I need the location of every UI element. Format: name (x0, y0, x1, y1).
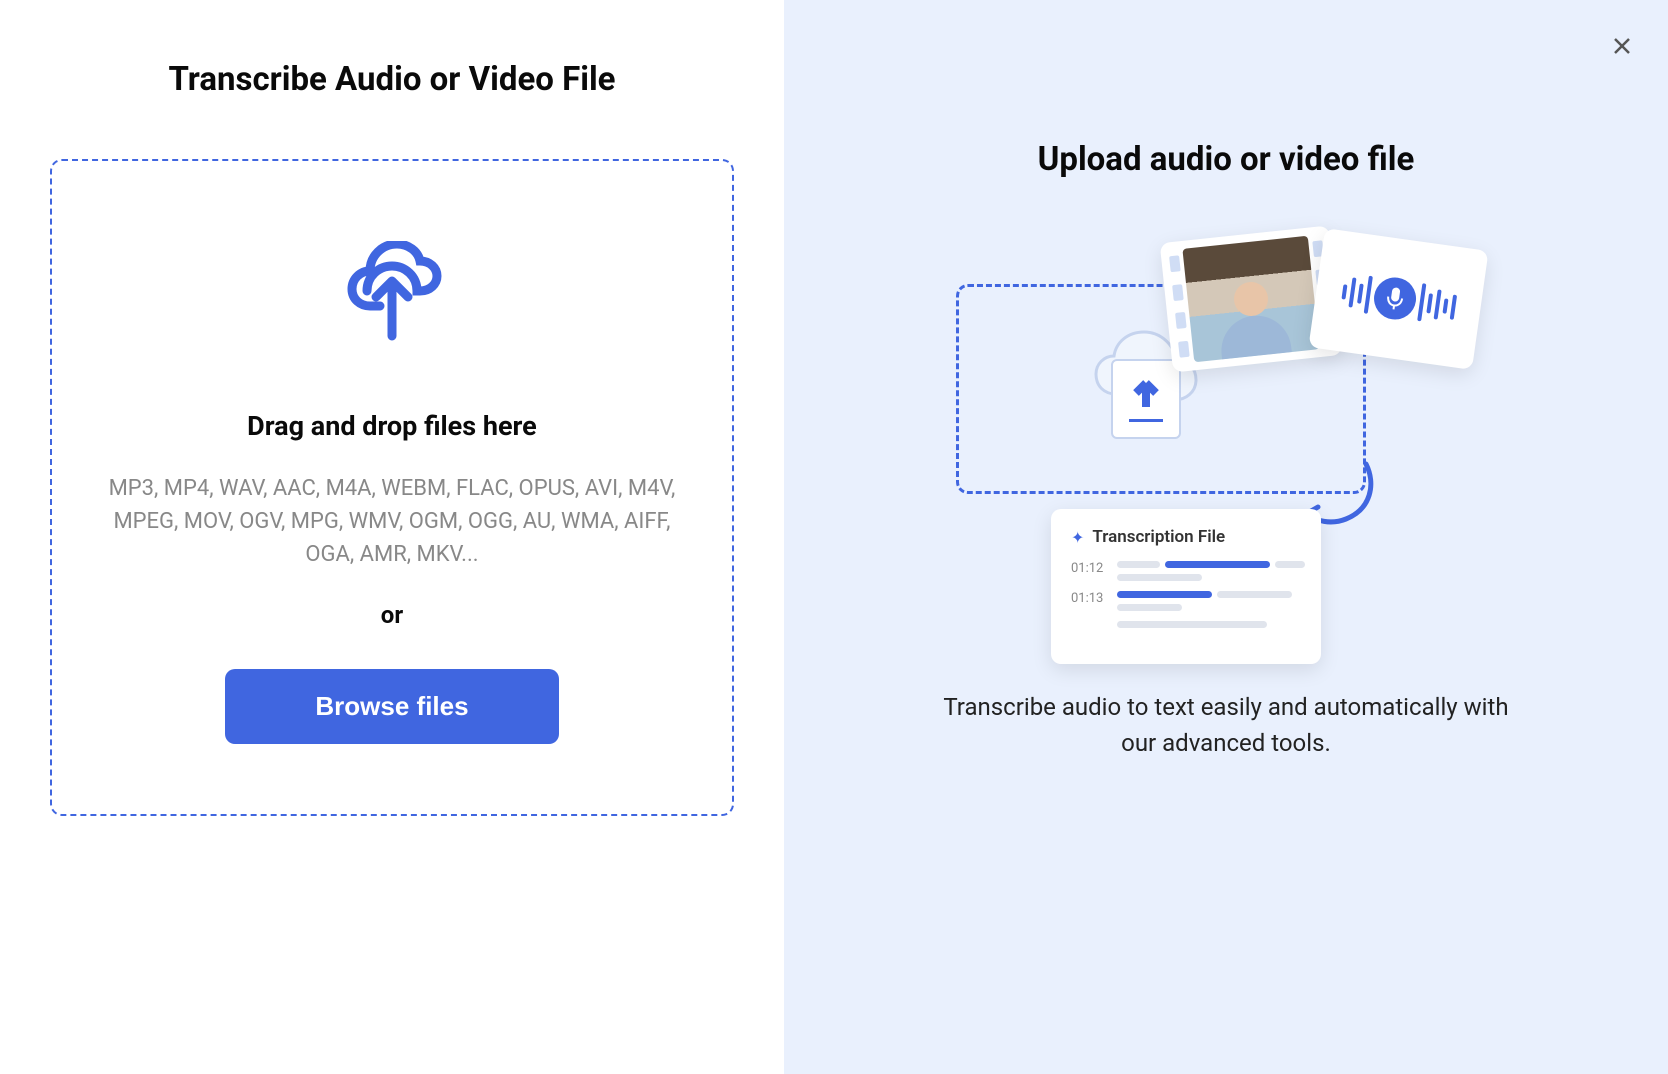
supported-formats: MP3, MP4, WAV, AAC, M4A, WEBM, FLAC, OPU… (102, 472, 682, 571)
sparkle-icon: ✦ (1071, 528, 1084, 547)
or-separator: or (381, 601, 403, 629)
close-icon (1610, 34, 1634, 58)
transcript-timestamp: 01:12 (1071, 561, 1107, 576)
modal-container: Transcribe Audio or Video File Drag and … (0, 0, 1668, 1074)
illustration-transcript-card: ✦ Transcription File 01:12 0 (1051, 509, 1321, 664)
right-title: Upload audio or video file (1038, 140, 1415, 179)
transcript-timestamp: 01:13 (1071, 591, 1107, 606)
page-title: Transcribe Audio or Video File (168, 60, 615, 99)
illustration-audio-card (1308, 228, 1488, 370)
right-description: Transcribe audio to text easily and auto… (936, 689, 1516, 761)
illustration-upload-box-icon (1111, 359, 1181, 439)
right-panel: Upload audio or video file (784, 0, 1668, 1074)
transcript-card-title: Transcription File (1092, 527, 1225, 547)
microphone-icon (1371, 275, 1418, 322)
upload-illustration: ✦ Transcription File 01:12 0 (956, 229, 1496, 659)
browse-files-button[interactable]: Browse files (225, 669, 558, 744)
cloud-upload-icon (332, 241, 452, 355)
file-dropzone[interactable]: Drag and drop files here MP3, MP4, WAV, … (50, 159, 734, 816)
video-thumbnail (1182, 236, 1319, 363)
close-button[interactable] (1606, 30, 1638, 62)
left-panel: Transcribe Audio or Video File Drag and … (0, 0, 784, 1074)
dropzone-heading: Drag and drop files here (247, 410, 537, 442)
